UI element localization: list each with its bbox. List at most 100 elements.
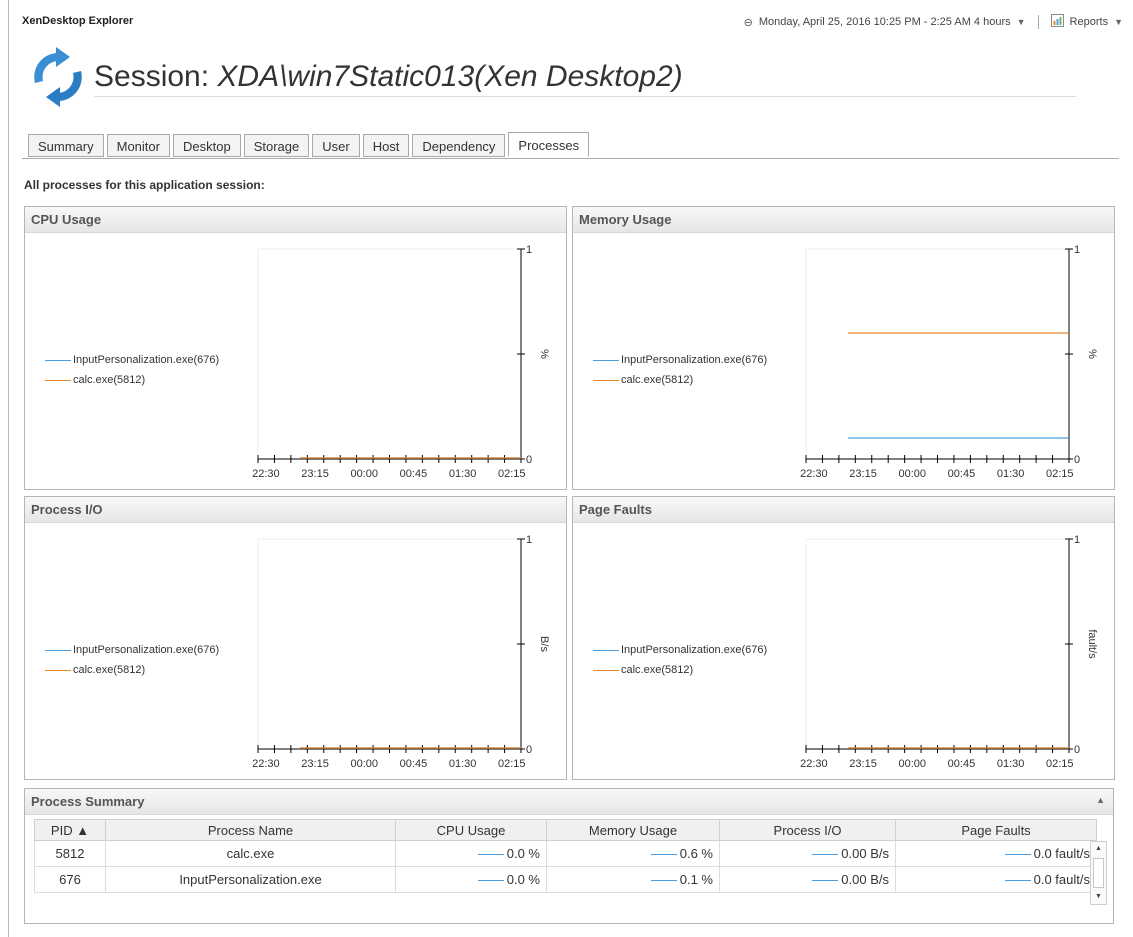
cell-process-name: calc.exe (105, 840, 396, 867)
sparkline-icon (812, 854, 839, 856)
memory-value: 0.6 % (679, 846, 713, 861)
x-tick-label: 01:30 (997, 468, 1025, 480)
cell-cpu-usage: 0.0 % (395, 866, 547, 893)
column-header-cpu-usage[interactable]: CPU Usage (395, 819, 547, 841)
top-toolbar: ⊖ Monday, April 25, 2016 10:25 PM - 2:25… (744, 14, 1123, 30)
scrollbar-thumb[interactable] (1093, 858, 1104, 888)
process-summary-panel: Process Summary ▲ PID ▲ Process Name CPU… (24, 788, 1114, 924)
memory-value: 0.1 % (679, 872, 713, 887)
sparkline-icon (477, 854, 504, 856)
x-tick-label: 22:30 (800, 758, 828, 770)
panel-title: Page Faults (573, 497, 1114, 523)
x-tick-label: 00:45 (400, 758, 428, 770)
cell-memory-usage: 0.6 % (546, 840, 720, 867)
x-tick-label: 02:15 (1046, 468, 1074, 480)
x-tick-label: 22:30 (252, 758, 280, 770)
y-tick-label: 0 (1074, 454, 1080, 466)
y-tick-label: 0 (1074, 744, 1080, 756)
scroll-up-icon[interactable]: ▲ (1091, 842, 1106, 856)
x-tick-label: 00:00 (350, 468, 378, 480)
reports-icon (1050, 14, 1064, 30)
x-tick-label: 02:15 (498, 758, 526, 770)
tabs-divider (22, 158, 1119, 159)
x-tick-label: 00:00 (898, 468, 926, 480)
cpu-usage-chart: 22:30 23:15 00:00 00:45 01:30 02:15 1 0% (252, 244, 550, 480)
x-tick-label: 02:15 (498, 468, 526, 480)
tab-bar: Summary Monitor Desktop Storage User Hos… (28, 132, 590, 157)
sparkline-icon (1004, 880, 1031, 882)
table-header-row: PID ▲ Process Name CPU Usage Memory Usag… (34, 819, 1097, 841)
scroll-down-icon[interactable]: ▼ (1091, 890, 1106, 904)
cpu-value: 0.0 % (506, 846, 540, 861)
chevron-down-icon[interactable]: ▼ (1114, 17, 1123, 27)
y-axis-label: % (1086, 349, 1098, 359)
page-title-session-name: XDA\win7Static013(Xen Desktop2) (217, 60, 683, 93)
time-range-icon: ⊖ (743, 16, 753, 29)
column-header-process-io[interactable]: Process I/O (719, 819, 896, 841)
page-faults-panel: Page Faults InputPersonalization.exe(676… (572, 496, 1115, 780)
x-tick-label: 00:45 (948, 468, 976, 480)
sparkline-icon (650, 880, 677, 882)
table-row[interactable]: 676 InputPersonalization.exe 0.0 % 0.1 %… (34, 866, 1097, 893)
x-tick-label: 23:15 (301, 468, 329, 480)
y-tick-label: 1 (526, 244, 532, 256)
sparkline-icon (650, 854, 677, 856)
cell-cpu-usage: 0.0 % (395, 840, 547, 867)
sparkline-icon (812, 880, 839, 882)
page-title: Session: XDA\win7Static013(Xen Desktop2) (94, 60, 683, 94)
x-tick-label: 02:15 (1046, 758, 1074, 770)
chevron-down-icon[interactable]: ▼ (1017, 17, 1026, 27)
column-header-process-name[interactable]: Process Name (105, 819, 396, 841)
title-divider (94, 96, 1076, 97)
y-tick-label: 0 (526, 744, 532, 756)
x-tick-label: 01:30 (449, 758, 477, 770)
io-value: 0.00 B/s (841, 846, 889, 861)
io-value: 0.00 B/s (841, 872, 889, 887)
vertical-scrollbar[interactable]: ▲ ▼ (1090, 841, 1107, 905)
x-tick-label: 00:45 (400, 468, 428, 480)
page-title-prefix: Session: (94, 60, 218, 93)
section-label: All processes for this application sessi… (24, 178, 265, 192)
x-tick-label: 00:45 (948, 758, 976, 770)
page-faults-chart: 22:30 23:15 00:00 00:45 01:30 02:15 1 0 fault/s (800, 534, 1098, 770)
y-axis-label: % (538, 349, 550, 359)
tab-dependency[interactable]: Dependency (412, 134, 506, 157)
tab-storage[interactable]: Storage (243, 134, 310, 157)
cell-pid: 5812 (34, 840, 106, 867)
x-tick-label: 22:30 (800, 468, 828, 480)
x-tick-label: 23:15 (849, 758, 877, 770)
time-range-selector[interactable]: Monday, April 25, 2016 10:25 PM - 2:25 A… (759, 16, 1011, 28)
cpu-value: 0.0 % (506, 872, 540, 887)
app-title: XenDesktop Explorer (22, 15, 134, 27)
toolbar-divider (1037, 15, 1039, 29)
column-header-memory-usage[interactable]: Memory Usage (546, 819, 720, 841)
y-axis-label: fault/s (1086, 629, 1098, 659)
tab-monitor[interactable]: Monitor (106, 134, 170, 157)
y-tick-label: 0 (526, 454, 532, 466)
y-tick-label: 1 (1074, 244, 1080, 256)
x-tick-label: 00:00 (898, 758, 926, 770)
cpu-usage-panel: CPU Usage InputPersonalization.exe(676) … (24, 206, 567, 490)
x-tick-label: 01:30 (449, 468, 477, 480)
table-row[interactable]: 5812 calc.exe 0.0 % 0.6 % 0.00 B/s 0.0 f… (34, 840, 1097, 867)
x-tick-label: 22:30 (252, 468, 280, 480)
tab-host[interactable]: Host (362, 134, 410, 157)
column-header-page-faults[interactable]: Page Faults (895, 819, 1097, 841)
collapse-icon[interactable]: ▲ (1096, 795, 1105, 805)
faults-value: 0.0 fault/s (1033, 872, 1090, 887)
panel-title: Process Summary (25, 789, 1113, 815)
tab-desktop[interactable]: Desktop (172, 134, 241, 157)
memory-usage-chart: 22:30 23:15 00:00 00:45 01:30 02:15 1 0% (800, 244, 1098, 480)
tab-processes[interactable]: Processes (508, 132, 590, 157)
x-tick-label: 01:30 (997, 758, 1025, 770)
process-io-chart: 22:30 23:15 00:00 00:45 01:30 02:15 1 0 B/s (252, 534, 550, 770)
panel-title: Process I/O (25, 497, 566, 523)
session-refresh-icon (28, 47, 88, 107)
tab-user[interactable]: User (312, 134, 360, 157)
column-header-pid[interactable]: PID ▲ (34, 819, 106, 841)
tab-summary[interactable]: Summary (28, 134, 104, 157)
y-axis-label: B/s (538, 636, 550, 652)
y-tick-label: 1 (1074, 534, 1080, 546)
y-tick-label: 1 (526, 534, 532, 546)
reports-menu[interactable]: Reports (1070, 16, 1109, 28)
